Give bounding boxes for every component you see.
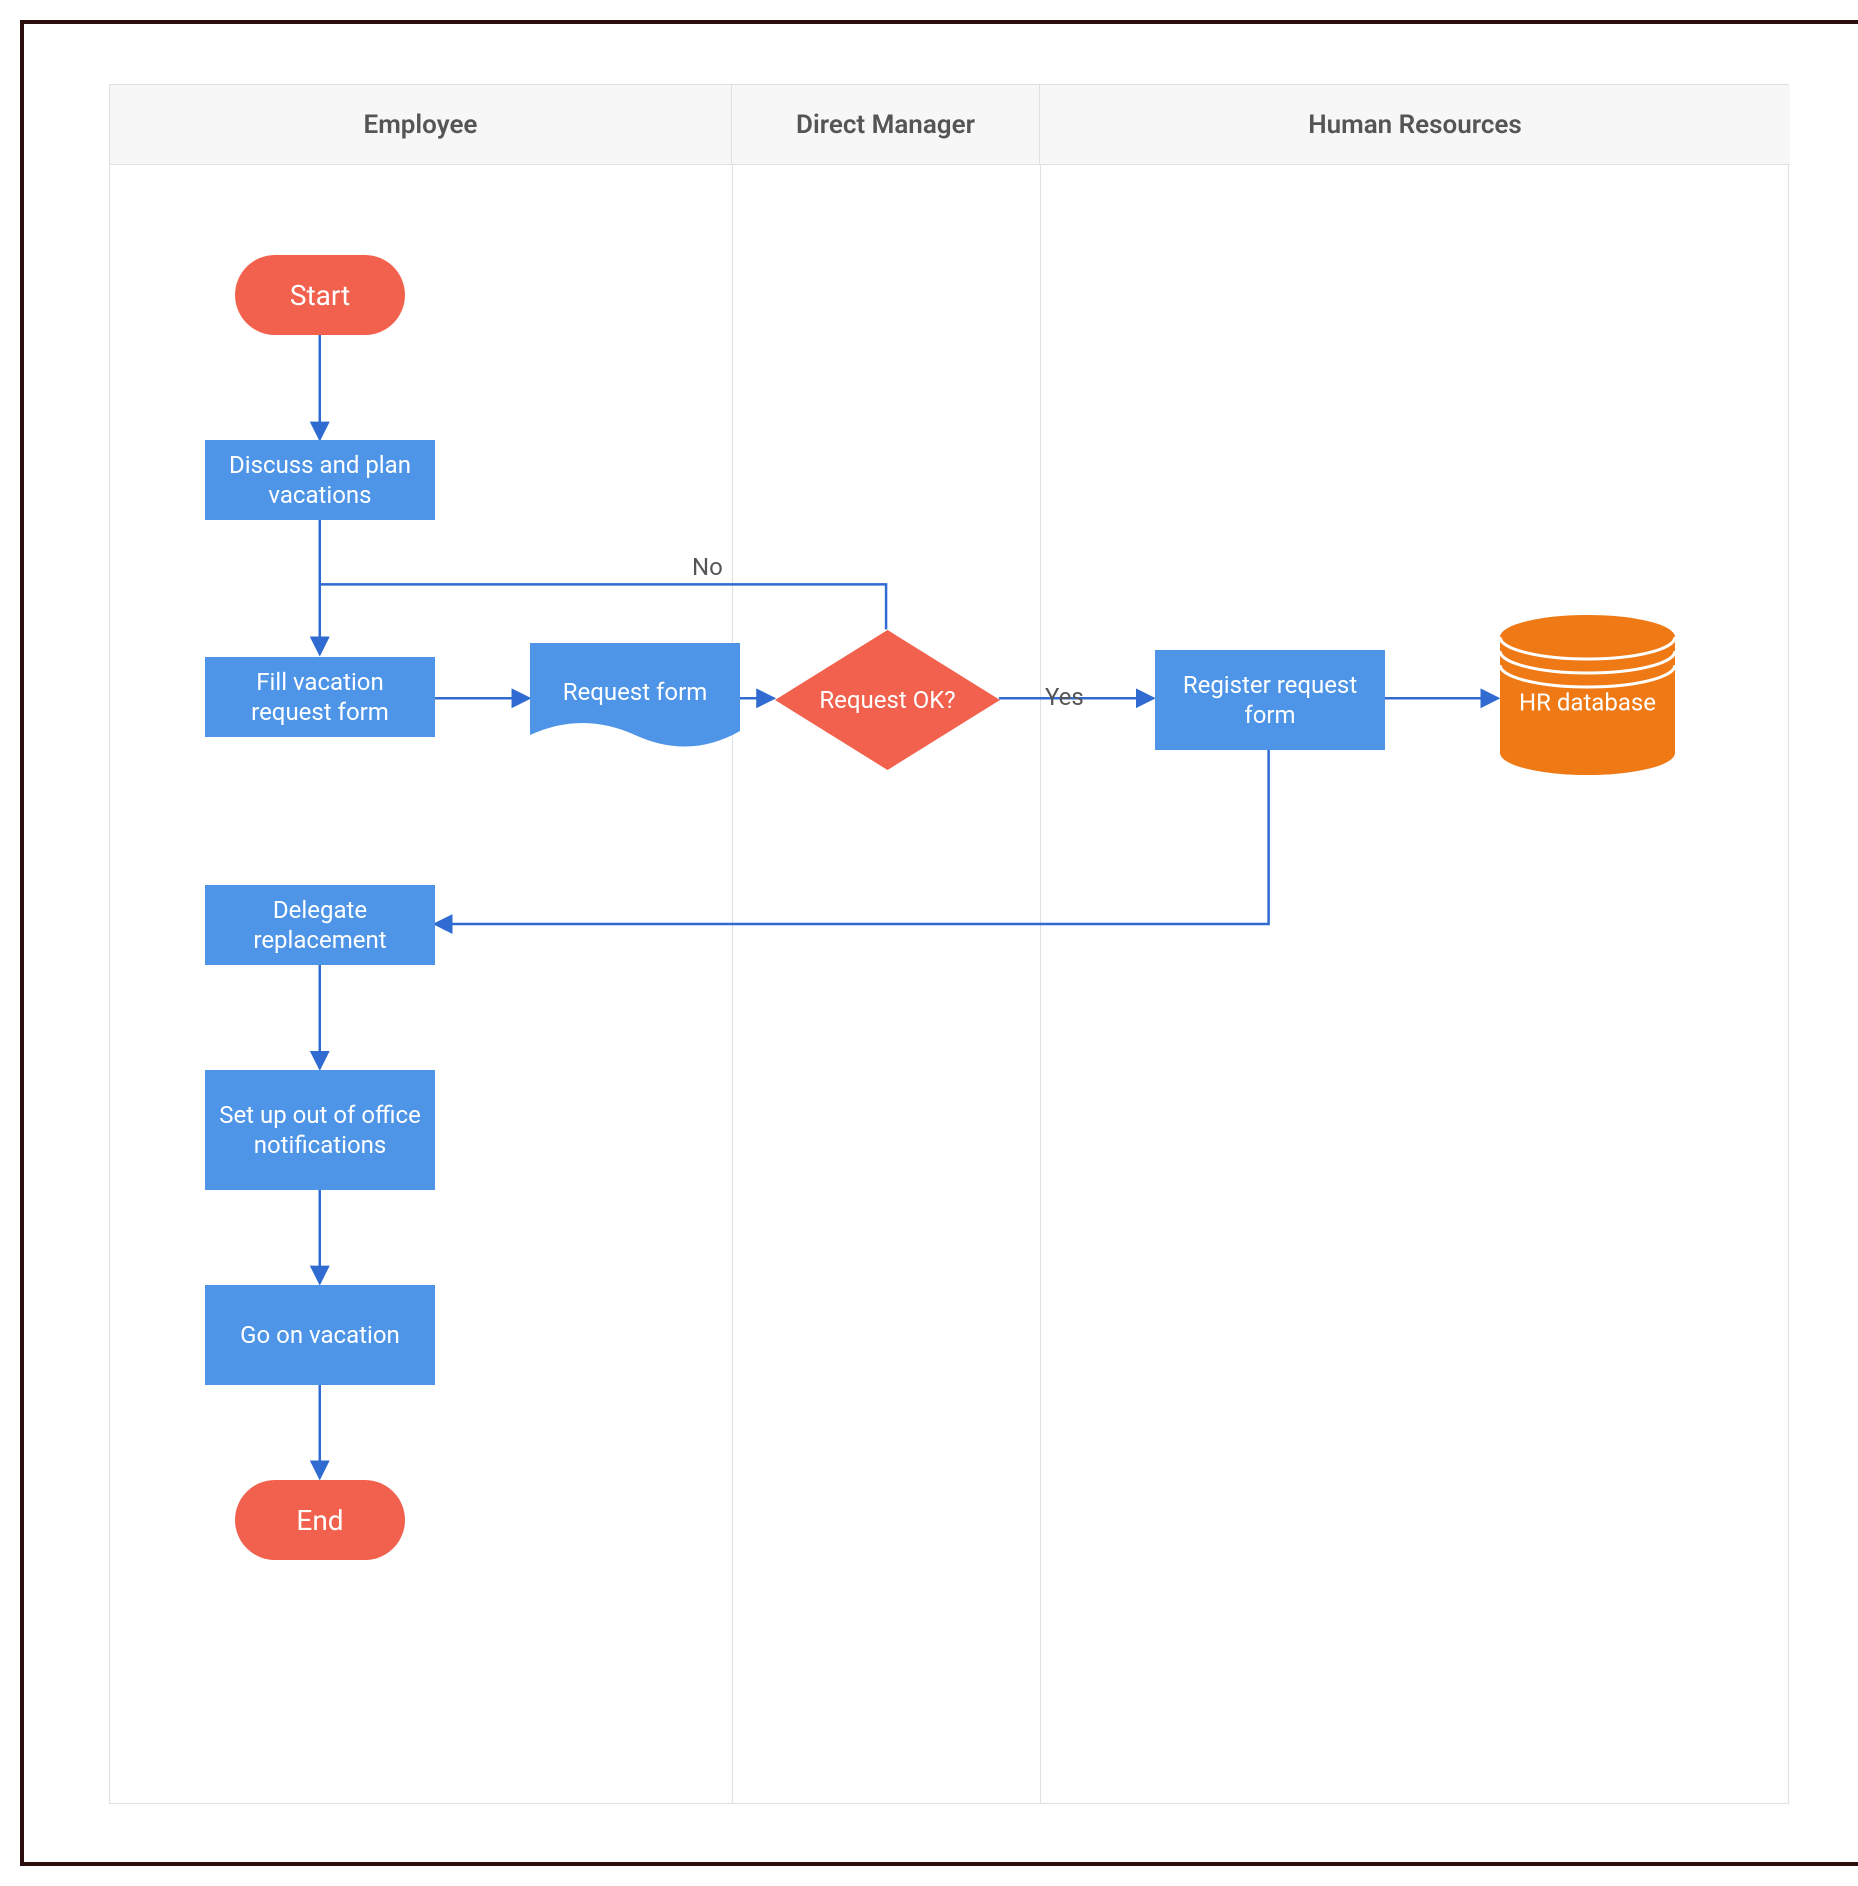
register-request-node: Register request form bbox=[1155, 650, 1385, 750]
fill-vacation-request-node: Fill vacation request form bbox=[205, 657, 435, 737]
edge-label-no: No bbox=[692, 553, 723, 581]
request-form-label: Request form bbox=[530, 643, 740, 751]
diagram-frame: Employee Direct Manager Human Resources bbox=[20, 20, 1858, 1866]
go-on-vacation-node: Go on vacation bbox=[205, 1285, 435, 1385]
edge-label-yes: Yes bbox=[1045, 683, 1084, 711]
hr-database-node: HR database bbox=[1500, 615, 1675, 775]
delegate-replacement-node: Delegate replacement bbox=[205, 885, 435, 965]
hr-database-label: HR database bbox=[1500, 689, 1675, 718]
request-form-document: Request form bbox=[530, 643, 740, 751]
lane-divider bbox=[1040, 165, 1041, 1803]
lane-header-human-resources: Human Resources bbox=[1040, 85, 1790, 165]
end-node: End bbox=[235, 1480, 405, 1560]
swimlane-canvas: Employee Direct Manager Human Resources bbox=[109, 84, 1789, 1804]
start-node: Start bbox=[235, 255, 405, 335]
request-ok-label: Request OK? bbox=[775, 630, 1000, 770]
lane-header-direct-manager: Direct Manager bbox=[732, 85, 1040, 165]
setup-ooo-node: Set up out of office notifications bbox=[205, 1070, 435, 1190]
request-ok-decision: Request OK? bbox=[775, 630, 1000, 770]
lane-header-employee: Employee bbox=[110, 85, 732, 165]
discuss-plan-node: Discuss and plan vacations bbox=[205, 440, 435, 520]
lane-divider bbox=[732, 165, 733, 1803]
